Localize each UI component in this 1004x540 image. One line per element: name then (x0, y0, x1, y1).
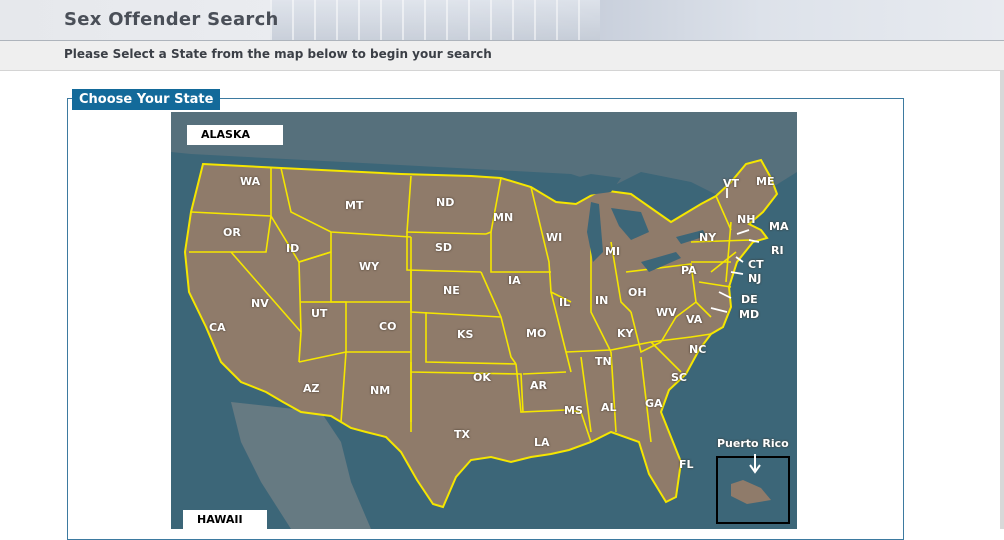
state-ma[interactable]: MA (769, 221, 788, 233)
scrollbar[interactable] (1000, 70, 1004, 529)
state-nm[interactable]: NM (370, 385, 390, 397)
instruction-text: Please Select a State from the map below… (64, 47, 492, 61)
state-nd[interactable]: ND (436, 197, 454, 209)
state-ok[interactable]: OK (473, 372, 491, 384)
state-ne[interactable]: NE (443, 285, 460, 297)
state-tn[interactable]: TN (595, 356, 612, 368)
state-ky[interactable]: KY (617, 328, 634, 340)
state-sc[interactable]: SC (671, 372, 687, 384)
state-mt[interactable]: MT (345, 200, 363, 212)
state-pa[interactable]: PA (681, 265, 697, 277)
alaska-inset-label[interactable]: ALASKA (187, 125, 283, 145)
state-ri[interactable]: RI (771, 245, 784, 257)
state-id[interactable]: ID (286, 243, 299, 255)
state-nc[interactable]: NC (689, 344, 706, 356)
state-mi[interactable]: MI (605, 246, 620, 258)
page-header: Sex Offender Search (0, 0, 1004, 41)
header-decoration (600, 0, 1004, 40)
state-fl[interactable]: FL (679, 459, 694, 471)
state-nv[interactable]: NV (251, 298, 269, 310)
page-title: Sex Offender Search (64, 9, 279, 30)
us-state-map[interactable]: ALASKA HAWAII Puerto Rico WA OR CA ID NV… (171, 112, 797, 529)
state-ks[interactable]: KS (457, 329, 473, 341)
state-wi[interactable]: WI (546, 232, 562, 244)
state-al[interactable]: AL (601, 402, 617, 414)
state-wy[interactable]: WY (359, 261, 379, 273)
state-or[interactable]: OR (223, 227, 241, 239)
state-ar[interactable]: AR (530, 380, 547, 392)
puerto-rico-label[interactable]: Puerto Rico (717, 438, 789, 450)
map-graphic (171, 112, 797, 529)
state-il[interactable]: IL (559, 297, 570, 309)
state-ms[interactable]: MS (564, 405, 583, 417)
state-ia[interactable]: IA (508, 275, 521, 287)
instruction-bar: Please Select a State from the map below… (0, 41, 1004, 71)
state-wv[interactable]: WV (656, 307, 677, 319)
state-vt[interactable]: VT (723, 178, 739, 190)
state-de[interactable]: DE (741, 294, 758, 306)
state-ny[interactable]: NY (699, 232, 716, 244)
state-va[interactable]: VA (686, 314, 702, 326)
state-mo[interactable]: MO (526, 328, 546, 340)
state-ut[interactable]: UT (311, 308, 327, 320)
state-nj[interactable]: NJ (748, 273, 761, 285)
panel-legend: Choose Your State (72, 89, 221, 110)
state-ct[interactable]: CT (748, 259, 764, 271)
state-wa[interactable]: WA (240, 176, 260, 188)
state-oh[interactable]: OH (628, 287, 647, 299)
state-la[interactable]: LA (534, 437, 550, 449)
state-az[interactable]: AZ (303, 383, 320, 395)
state-tx[interactable]: TX (454, 429, 470, 441)
state-co[interactable]: CO (379, 321, 396, 333)
state-me[interactable]: ME (756, 176, 774, 188)
state-md[interactable]: MD (739, 309, 759, 321)
hawaii-inset-label[interactable]: HAWAII (183, 510, 267, 529)
state-ga[interactable]: GA (645, 398, 663, 410)
state-nh[interactable]: NH (737, 214, 755, 226)
state-mn[interactable]: MN (493, 212, 513, 224)
state-sd[interactable]: SD (435, 242, 452, 254)
header-decoration-stripes (270, 0, 600, 40)
state-in[interactable]: IN (595, 295, 608, 307)
state-ca[interactable]: CA (209, 322, 226, 334)
